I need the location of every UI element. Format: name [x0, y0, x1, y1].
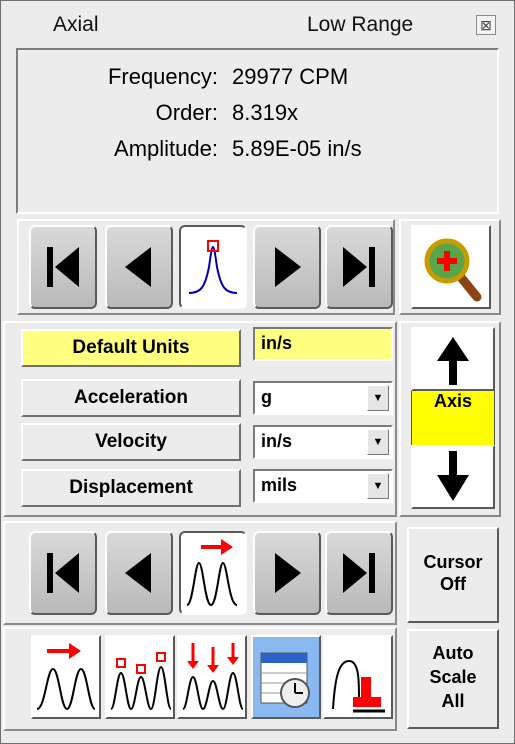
harmonic-cursor-icon — [186, 539, 238, 607]
units-panel: Default Units in/s Acceleration g ▼ Veloc… — [3, 321, 397, 517]
peak-labels-button[interactable] — [105, 635, 175, 719]
tools-panel — [3, 627, 397, 731]
harmonic-markers-button[interactable] — [177, 635, 247, 719]
acceleration-select[interactable]: g ▼ — [253, 381, 393, 415]
zoom-panel — [399, 219, 501, 315]
skip-to-first-icon — [47, 247, 79, 287]
prev-cursor-button[interactable] — [105, 531, 173, 615]
default-units-field: in/s — [253, 327, 393, 361]
peak-nav-panel — [17, 219, 395, 315]
step-forward-icon — [275, 247, 301, 287]
chevron-down-icon[interactable]: ▼ — [367, 429, 389, 455]
amplitude-label: Amplitude: — [114, 136, 218, 161]
cursor-info-window: Axial Low Range ⊠ Frequency: 29977 CPM O… — [0, 0, 515, 744]
stamp-icon — [332, 659, 385, 713]
cursor-off-line2: Off — [440, 574, 466, 594]
velocity-select[interactable]: in/s ▼ — [253, 425, 393, 459]
step-forward-icon — [275, 553, 301, 593]
close-icon[interactable]: ⊠ — [476, 15, 496, 35]
first-peak-button[interactable] — [29, 225, 97, 309]
auto-scale-line3: All — [441, 691, 465, 711]
prev-peak-button[interactable] — [105, 225, 173, 309]
order-label: Order: — [155, 100, 218, 125]
chevron-down-icon[interactable]: ▼ — [367, 385, 389, 411]
axis-down-button[interactable] — [411, 445, 495, 509]
velocity-button[interactable]: Velocity — [21, 423, 241, 461]
time-waveform-button[interactable] — [251, 635, 321, 719]
skip-to-first-icon — [47, 553, 79, 593]
step-back-icon — [125, 247, 151, 287]
displacement-button[interactable]: Displacement — [21, 469, 241, 507]
frequency-value: 29977 CPM — [232, 64, 349, 89]
order-value: 8.319x — [232, 100, 299, 125]
default-units-value: in/s — [261, 333, 293, 353]
zoom-magnifier-icon — [424, 238, 482, 302]
auto-scale-all-button[interactable]: Auto Scale All — [407, 629, 499, 729]
skip-to-last-icon — [343, 553, 375, 593]
displacement-select[interactable]: mils ▼ — [253, 469, 393, 503]
cursor-readout: Frequency: 29977 CPM Order: 8.319x Ampli… — [16, 48, 499, 214]
stamp-button[interactable] — [323, 635, 393, 719]
cursor-off-line1: Cursor — [423, 552, 483, 572]
cursor-nav-panel — [3, 521, 397, 625]
next-cursor-button[interactable] — [253, 531, 321, 615]
first-cursor-button[interactable] — [29, 531, 97, 615]
step-back-icon — [125, 553, 151, 593]
peak-marker-button[interactable] — [179, 225, 247, 309]
acceleration-button[interactable]: Acceleration — [21, 379, 241, 417]
frequency-label: Frequency: — [107, 64, 218, 89]
skip-to-last-icon — [343, 247, 375, 287]
direction-label: Axial — [53, 13, 99, 36]
title-bar: Axial Low Range ⊠ — [1, 1, 514, 47]
harmonic-markers-icon — [182, 643, 244, 711]
cursor-off-button[interactable]: Cursor Off — [407, 527, 499, 623]
peak-labels-icon — [110, 652, 172, 711]
next-peak-button[interactable] — [253, 225, 321, 309]
axis-label: Axis — [411, 391, 495, 445]
range-label: Low Range — [307, 13, 414, 36]
velocity-value: in/s — [261, 431, 293, 451]
harmonic-cursor-button[interactable] — [179, 531, 247, 615]
arrow-up-icon — [437, 337, 469, 385]
last-peak-button[interactable] — [325, 225, 393, 309]
default-units-button[interactable]: Default Units — [21, 329, 241, 367]
single-cursor-icon — [36, 643, 96, 711]
zoom-button[interactable] — [411, 225, 491, 309]
axis-up-button[interactable] — [411, 327, 495, 391]
auto-scale-line1: Auto — [432, 643, 474, 663]
peak-marker-icon — [188, 240, 238, 294]
single-cursor-button[interactable] — [31, 635, 101, 719]
displacement-value: mils — [261, 475, 298, 495]
time-waveform-icon — [260, 652, 310, 708]
arrow-down-icon — [437, 451, 469, 501]
chevron-down-icon[interactable]: ▼ — [367, 473, 389, 499]
acceleration-value: g — [261, 387, 272, 407]
last-cursor-button[interactable] — [325, 531, 393, 615]
amplitude-value: 5.89E-05 in/s — [232, 136, 362, 161]
auto-scale-line2: Scale — [429, 667, 477, 687]
